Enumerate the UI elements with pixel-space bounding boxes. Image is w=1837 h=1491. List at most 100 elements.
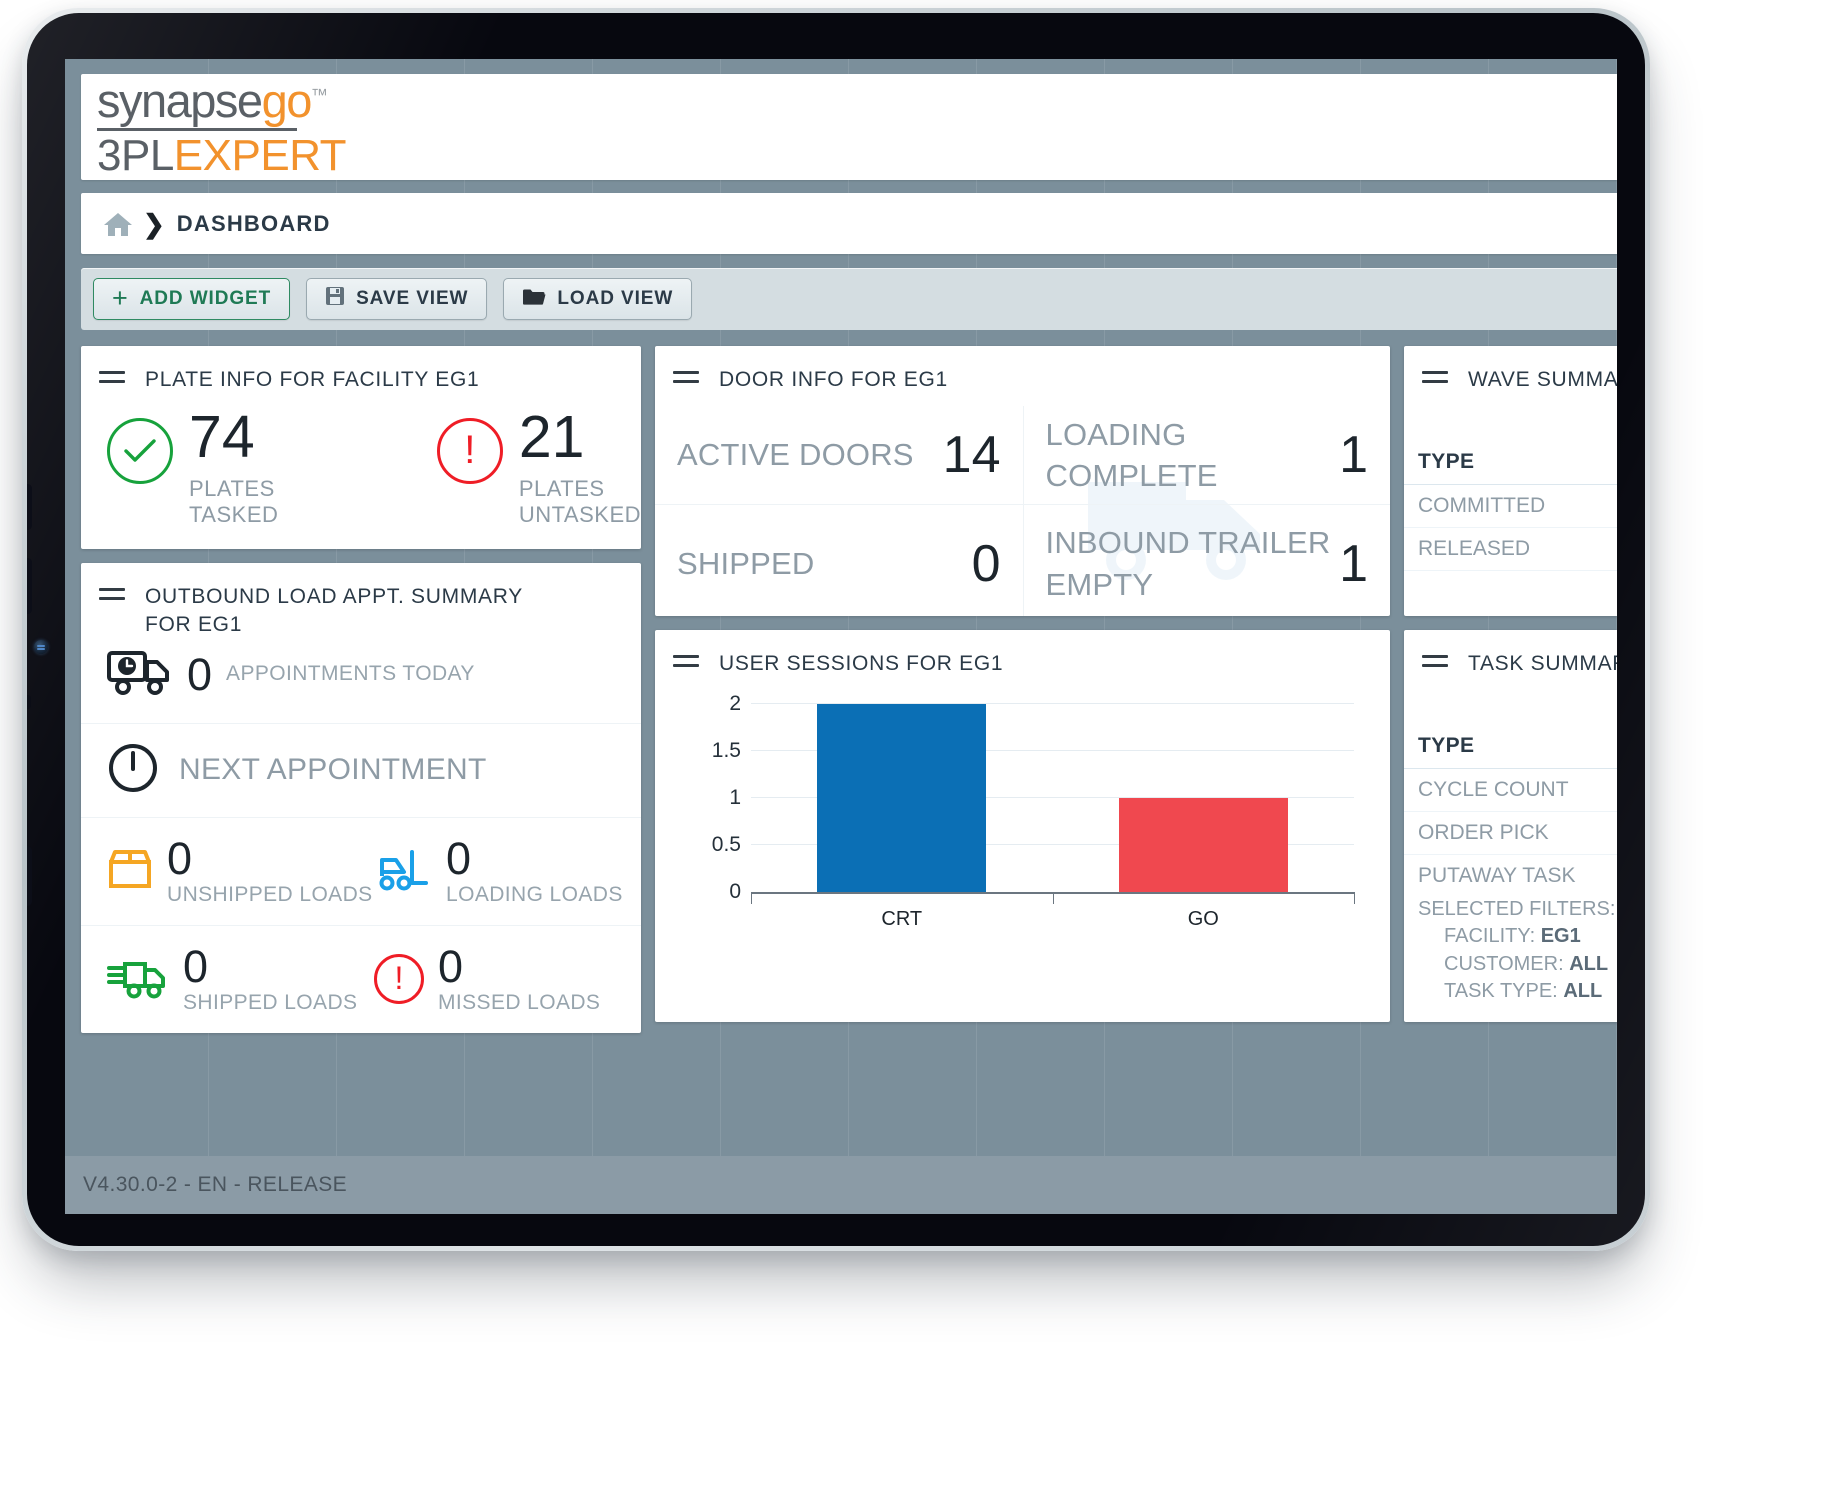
door-label: LOADING COMPLETE [1045, 416, 1218, 494]
cell-type: CYCLE COUNT [1404, 768, 1617, 813]
logo-line-1: synapsego™ [97, 77, 346, 124]
loads-row-2: 0 SHIPPED LOADS ! 0 MISSED LOADS [81, 924, 641, 1033]
chart-bar[interactable] [1118, 798, 1288, 893]
unshipped-loads-value: 0 [167, 832, 193, 884]
filter-label: TASK TYPE: [1444, 980, 1558, 1003]
alert-circle-icon: ! [374, 954, 424, 1005]
load-view-button[interactable]: LOAD VIEW [503, 278, 693, 320]
shipped-loads-value: 0 [183, 940, 209, 992]
page-title: DASHBOARD [176, 210, 331, 236]
logo-synapse-text: synapse [97, 73, 263, 127]
door-stat-active-doors: ACTIVE DOORS 14 [655, 406, 1023, 504]
volume-down-button[interactable] [27, 558, 32, 614]
widget-header: TASK SUMMARY F [1404, 630, 1617, 690]
widget-title: OUTBOUND LOAD APPT. SUMMARY FOR EG1 [145, 585, 523, 637]
widget-title: PLATE INFO FOR FACILITY EG1 [145, 368, 480, 391]
power-button[interactable] [27, 846, 32, 906]
widget-user-sessions[interactable]: USER SESSIONS FOR EG1 0 0.5 1 1.5 2 CRT GO [655, 630, 1390, 1022]
home-icon[interactable] [103, 211, 133, 237]
missed-loads-label: MISSED LOADS [438, 990, 601, 1014]
door-value: 1 [1339, 534, 1368, 593]
door-value: 14 [942, 426, 1001, 485]
drag-handle-icon[interactable] [1422, 655, 1448, 673]
x-axis-tick [751, 892, 752, 905]
table-header-row: TYPE TO [1404, 690, 1617, 770]
save-view-label: SAVE VIEW [356, 288, 469, 309]
table-row[interactable]: ORDER PICK 31 [1404, 811, 1617, 856]
filter-customer: CUSTOMER: ALL [1418, 951, 1617, 979]
logo-bar: synapsego™ 3PLEXPERT [81, 74, 1617, 180]
appointments-today-row: 0 APPOINTMENTS TODAY [81, 644, 641, 723]
wave-summary-table: TYPE COUNT COMMITTED 16 RELEASE [1404, 406, 1617, 572]
widget-grid: PLATE INFO FOR FACILITY EG1 74 PLATES TA… [81, 346, 1617, 1033]
logo-3pl-text: 3PL [97, 130, 174, 180]
shipped-loads-label: SHIPPED LOADS [183, 990, 358, 1014]
table-row[interactable]: CYCLE COUNT 19 [1404, 768, 1617, 813]
sim-tray[interactable] [27, 695, 31, 709]
forklift-icon [374, 846, 432, 897]
add-widget-label: ADD WIDGET [139, 288, 272, 309]
door-stat-inbound-trailer-empty: INBOUND TRAILER EMPTY 1 [1022, 504, 1390, 616]
door-value: 0 [971, 534, 1001, 593]
logo-line-2: 3PLEXPERT [97, 130, 347, 180]
delivery-truck-clock-icon [107, 648, 173, 701]
widget-title: WAVE SUMMARY [1468, 368, 1617, 391]
door-stat-loading-complete: LOADING COMPLETE 1 [1022, 406, 1391, 505]
x-axis-tick-label: CRT [881, 908, 923, 931]
table-row[interactable]: COMMITTED 16 [1404, 484, 1617, 529]
y-axis-tick-label: 2 [729, 692, 741, 716]
loads-row-1: 0 UNSHIPPED LOADS 0 LOADING LOADS [81, 816, 641, 925]
table-header-row: TYPE COUNT [1404, 406, 1617, 486]
y-axis-tick-label: 0 [729, 880, 741, 904]
dashboard-toolbar: + ADD WIDGET SAVE VIEW LOAD VIEW [81, 268, 1617, 330]
widget-column-right: WAVE SUMMARY TYPE COUNT COMMITTED [1404, 346, 1617, 1022]
widget-header: PLATE INFO FOR FACILITY EG1 [81, 346, 641, 406]
drag-handle-icon[interactable] [673, 371, 699, 389]
check-circle-icon [107, 418, 173, 485]
missed-loads-stat: ! 0 MISSED LOADS [374, 944, 641, 1015]
brand-logo[interactable]: synapsego™ 3PLEXPERT [97, 77, 347, 180]
drag-handle-icon[interactable] [99, 588, 125, 606]
door-label: INBOUND TRAILER EMPTY [1045, 525, 1331, 602]
save-view-button[interactable]: SAVE VIEW [306, 278, 488, 320]
drag-handle-icon[interactable] [1422, 371, 1448, 389]
table-row[interactable]: RELEASED 122 [1404, 527, 1617, 572]
next-appointment-label: NEXT APPOINTMENT [179, 753, 487, 787]
door-info-grid: ACTIVE DOORS 14 LOADING COMPLETE 1 SHIPP… [655, 406, 1390, 616]
tablet-device: synapsego™ 3PLEXPERT ❯ DASHBOARD + ADD W… [22, 8, 1650, 1251]
logo-go-text: go [261, 73, 313, 127]
appointments-today-label: APPOINTMENTS TODAY [226, 662, 475, 686]
drag-handle-icon[interactable] [99, 371, 125, 389]
plates-untasked-value: 21 [518, 404, 585, 471]
plate-info-body: 74 PLATES TASKED ! 21 PLATES UNTASKED [81, 408, 641, 527]
loading-loads-label: LOADING LOADS [446, 882, 623, 906]
unshipped-loads-stat: 0 UNSHIPPED LOADS [107, 836, 374, 907]
floppy-disk-icon [325, 286, 345, 312]
moving-truck-icon [107, 954, 169, 1005]
alert-circle-icon: ! [436, 418, 503, 485]
appointments-today-value: 0 [187, 648, 213, 700]
filter-value: EG1 [1540, 925, 1581, 948]
trademark-icon: ™ [310, 84, 328, 104]
door-value: 1 [1339, 426, 1368, 485]
volume-up-button[interactable] [27, 484, 32, 530]
drag-handle-icon[interactable] [673, 655, 699, 673]
column-header-type[interactable]: TYPE [1404, 690, 1617, 770]
widget-header: WAVE SUMMARY [1404, 346, 1617, 406]
widget-column-center: DOOR INFO FOR EG1 ACTIVE DOORS 14 LOADIN… [655, 346, 1390, 1022]
widget-header: DOOR INFO FOR EG1 [655, 346, 1390, 406]
unshipped-loads-label: UNSHIPPED LOADS [167, 882, 373, 906]
chart-bar[interactable] [817, 704, 987, 893]
x-axis-tick [1354, 892, 1355, 905]
column-header-type[interactable]: TYPE [1404, 406, 1617, 486]
widget-outbound-load-appt-summary[interactable]: OUTBOUND LOAD APPT. SUMMARY FOR EG1 0 AP… [81, 563, 641, 1033]
widget-plate-info[interactable]: PLATE INFO FOR FACILITY EG1 74 PLATES TA… [81, 346, 641, 549]
y-axis-tick-label: 1.5 [711, 739, 741, 763]
widget-title: USER SESSIONS FOR EG1 [719, 652, 1004, 675]
breadcrumb-separator: ❯ [143, 208, 165, 239]
add-widget-button[interactable]: + ADD WIDGET [93, 278, 291, 320]
plates-untasked-stat: ! 21 PLATES UNTASKED [436, 404, 641, 527]
widget-task-summary[interactable]: TASK SUMMARY F TYPE TO CYCLE COUNT [1404, 630, 1617, 1022]
widget-wave-summary[interactable]: WAVE SUMMARY TYPE COUNT COMMITTED [1404, 346, 1617, 616]
widget-door-info[interactable]: DOOR INFO FOR EG1 ACTIVE DOORS 14 LOADIN… [655, 346, 1390, 616]
